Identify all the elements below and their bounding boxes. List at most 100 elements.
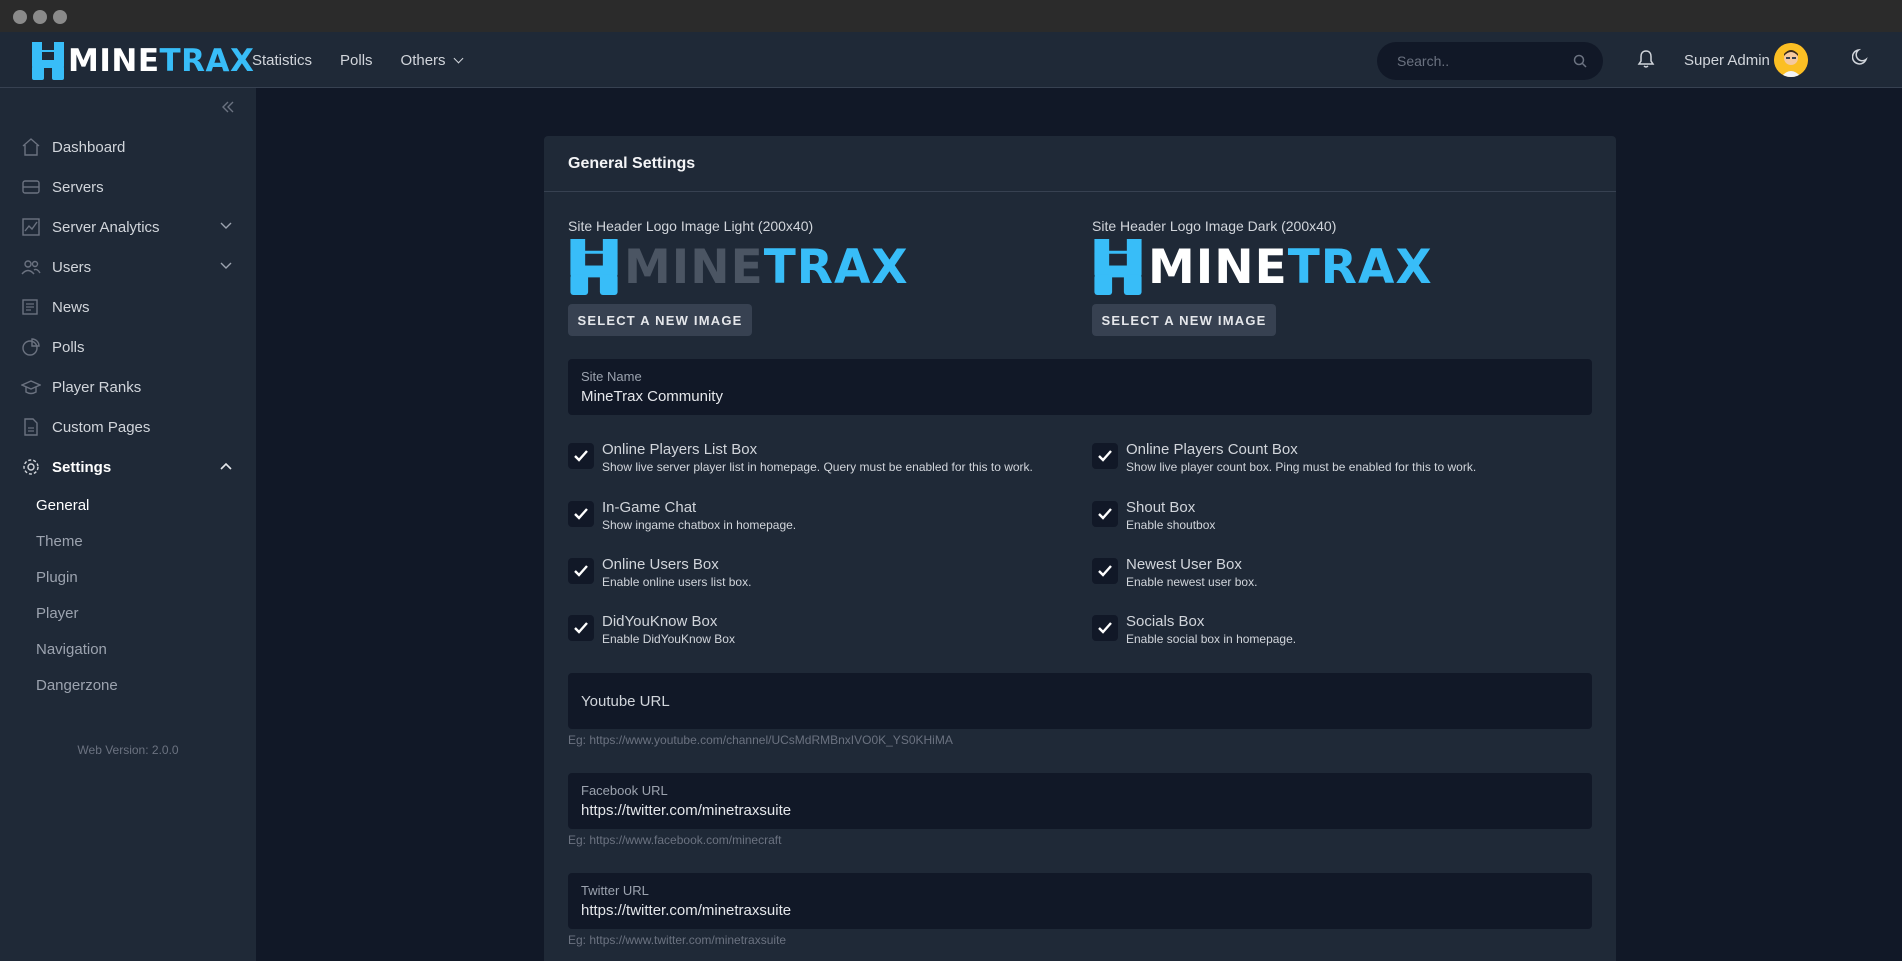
select-light-logo-button[interactable]: SELECT A NEW IMAGE: [568, 304, 752, 336]
search-box: [1377, 42, 1603, 80]
bell-icon[interactable]: [1637, 49, 1655, 69]
site-name-input[interactable]: [581, 388, 1579, 405]
nav-statistics[interactable]: Statistics: [252, 52, 312, 69]
logo-light-preview: MINETRAX: [568, 238, 909, 296]
twitter-url-field: Twitter URL: [568, 873, 1592, 929]
window-maximize-dot[interactable]: [53, 10, 67, 24]
online-users-box-option: Online Users Box Enable online users list…: [568, 556, 751, 589]
didyouknow-box-option: DidYouKnow Box Enable DidYouKnow Box: [568, 613, 735, 646]
collapse-sidebar-icon[interactable]: [221, 100, 235, 114]
chart-icon: [20, 216, 42, 238]
sidebar-item-dashboard[interactable]: Dashboard: [20, 132, 236, 162]
sidebar-item-label: Dashboard: [52, 138, 126, 156]
option-title: Shout Box: [1126, 499, 1196, 516]
option-description: Show live player count box. Ping must be…: [1126, 460, 1477, 474]
option-description: Enable newest user box.: [1126, 575, 1258, 589]
sidebar-item-label: Servers: [52, 178, 104, 196]
nav-polls[interactable]: Polls: [340, 52, 373, 69]
in-game-chat-option: In-Game Chat Show ingame chatbox in homep…: [568, 499, 796, 532]
facebook-url-hint: Eg: https://www.facebook.com/minecraft: [568, 833, 782, 847]
settings-sub-plugin[interactable]: Plugin: [36, 564, 78, 590]
window-titlebar: [0, 0, 1902, 32]
logo-light-label: Site Header Logo Image Light (200x40): [568, 218, 814, 234]
sidebar-item-label: Settings: [52, 458, 112, 476]
gear-icon: [20, 456, 42, 478]
graduation-cap-icon: [20, 376, 42, 398]
moon-icon[interactable]: [1852, 48, 1870, 66]
sidebar-item-label: Polls: [52, 338, 85, 356]
facebook-url-input[interactable]: [581, 802, 1579, 819]
home-icon: [20, 136, 42, 158]
option-title: Newest User Box: [1126, 556, 1242, 573]
newest-user-box-option: Newest User Box Enable newest user box.: [1092, 556, 1257, 589]
checkmark-icon: [1098, 565, 1112, 577]
facebook-url-label: Facebook URL: [581, 783, 668, 798]
avatar: [1773, 43, 1808, 77]
twitter-url-input[interactable]: [581, 902, 1579, 919]
option-title: Online Users Box: [602, 556, 719, 573]
server-icon: [20, 176, 42, 198]
site-name-label: Site Name: [581, 369, 642, 384]
sidebar-item-custom-pages[interactable]: Custom Pages: [20, 412, 236, 442]
settings-sub-dangerzone[interactable]: Dangerzone: [36, 672, 118, 698]
minetrax-mark-icon: [32, 42, 64, 80]
didyouknow-box-checkbox[interactable]: [568, 615, 594, 641]
pie-chart-icon: [20, 336, 42, 358]
settings-sub-general[interactable]: General: [36, 492, 89, 518]
online-players-count-checkbox[interactable]: [1092, 443, 1118, 469]
option-title: In-Game Chat: [602, 499, 697, 516]
option-title: DidYouKnow Box: [602, 613, 718, 630]
chevron-down-icon: [220, 262, 232, 269]
twitter-url-hint: Eg: https://www.twitter.com/minetraxsuit…: [568, 933, 787, 947]
chevron-up-icon: [220, 462, 232, 470]
option-description: Enable shoutbox: [1126, 518, 1216, 532]
sidebar-item-player-ranks[interactable]: Player Ranks: [20, 372, 236, 402]
sidebar-item-label: News: [52, 298, 90, 316]
checkmark-icon: [1098, 622, 1112, 634]
minetrax-logo[interactable]: MINETRAX: [32, 42, 254, 80]
user-menu[interactable]: Super Admin: [1684, 42, 1808, 78]
sidebar-item-settings[interactable]: Settings: [20, 452, 236, 482]
general-settings-card: General Settings Site Header Logo Image …: [544, 136, 1616, 961]
sidebar-item-users[interactable]: Users: [20, 252, 236, 282]
logo-dark-preview: MINETRAX: [1092, 238, 1433, 296]
option-description: Show ingame chatbox in homepage.: [602, 518, 797, 532]
youtube-url-hint: Eg: https://www.youtube.com/channel/UCsM…: [568, 733, 953, 747]
sidebar-item-label: Player Ranks: [52, 378, 142, 396]
settings-sub-player[interactable]: Player: [36, 600, 79, 626]
option-description: Enable social box in homepage.: [1126, 632, 1297, 646]
option-description: Enable DidYouKnow Box: [602, 632, 735, 646]
option-title: Socials Box: [1126, 613, 1205, 630]
facebook-url-field: Facebook URL: [568, 773, 1592, 829]
sidebar-item-servers[interactable]: Servers: [20, 172, 236, 202]
window-minimize-dot[interactable]: [33, 10, 47, 24]
nav-others-label: Others: [400, 51, 446, 69]
option-title: Online Players List Box: [602, 441, 758, 458]
card-title: General Settings: [544, 136, 1616, 192]
socials-box-checkbox[interactable]: [1092, 615, 1118, 641]
users-icon: [20, 256, 42, 278]
logo-dark-section: Site Header Logo Image Dark (200x40) MIN…: [1092, 218, 1433, 336]
socials-box-option: Socials Box Enable social box in homepage…: [1092, 613, 1296, 646]
window-close-dot[interactable]: [13, 10, 27, 24]
web-version: Web Version: 2.0.0: [77, 743, 179, 757]
online-players-list-checkbox[interactable]: [568, 443, 594, 469]
online-players-list-box-option: Online Players List Box Show live server …: [568, 441, 1033, 474]
search-icon[interactable]: [1573, 54, 1587, 68]
shout-box-checkbox[interactable]: [1092, 501, 1118, 527]
sidebar-item-polls[interactable]: Polls: [20, 332, 236, 362]
newest-user-box-checkbox[interactable]: [1092, 558, 1118, 584]
settings-sub-navigation[interactable]: Navigation: [36, 636, 107, 662]
sidebar-item-server-analytics[interactable]: Server Analytics: [20, 212, 236, 242]
chevron-down-icon: [453, 53, 463, 63]
logo-dark-label: Site Header Logo Image Dark (200x40): [1092, 218, 1337, 234]
online-users-box-checkbox[interactable]: [568, 558, 594, 584]
youtube-url-field: [568, 673, 1592, 729]
sidebar-item-news[interactable]: News: [20, 292, 236, 322]
select-dark-logo-button[interactable]: SELECT A NEW IMAGE: [1092, 304, 1276, 336]
nav-others[interactable]: Others: [400, 51, 463, 69]
search-input[interactable]: [1397, 53, 1567, 69]
youtube-url-input[interactable]: [581, 692, 1579, 710]
in-game-chat-checkbox[interactable]: [568, 501, 594, 527]
settings-sub-theme[interactable]: Theme: [36, 528, 83, 554]
